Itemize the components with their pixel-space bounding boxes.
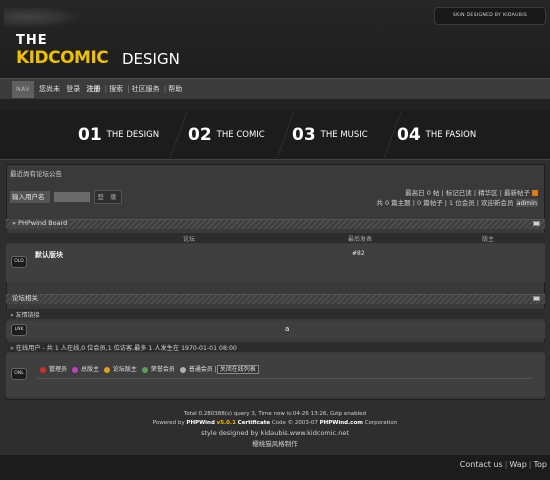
board-column-header — [6, 233, 545, 243]
links-subheader — [6, 309, 545, 319]
collapse-icon[interactable] — [533, 296, 540, 301]
separator: | — [499, 189, 502, 197]
skin-credit: SKIN DESIGNED BY KIDAUBIS — [434, 7, 546, 25]
separator: | — [528, 460, 532, 469]
logo-the: THE — [16, 33, 48, 48]
legend-member: 普通会员 — [188, 366, 213, 373]
links-icon: LNK — [11, 324, 27, 336]
forum-last-post-link[interactable]: #82 — [352, 250, 365, 257]
ink-splat-decoration — [4, 6, 82, 28]
col-moderator: 版主 — [482, 236, 495, 243]
related-section-header — [6, 294, 545, 304]
menu-item-fasion[interactable]: 04 THE FASION — [397, 125, 476, 145]
stats-line-2: 共 0 篇主题 | 0 篇帖子 | 1 位会员 | 欢迎新会员 admin — [350, 197, 538, 207]
menu-label: THE COMIC — [216, 130, 265, 140]
menu-item-comic[interactable]: 02 THE COMIC — [188, 125, 265, 145]
board-section-title[interactable]: » PHPwind Board — [10, 219, 70, 228]
moderator-dot-icon — [103, 366, 110, 373]
menu-label: THE MUSIC — [320, 130, 368, 140]
separator: | — [441, 189, 444, 197]
menu-label: THE DESIGN — [106, 130, 160, 140]
col-forum: 论坛 — [183, 236, 196, 243]
related-section-title: 论坛相关 — [10, 294, 40, 303]
menu-number: 03 — [292, 125, 316, 145]
nav-greeting: 您尚未 — [39, 85, 60, 93]
menu-band-top — [0, 100, 550, 110]
code-text: Code © 2003-07 — [271, 420, 318, 426]
nav-separator: | — [127, 85, 130, 93]
nav-community-link[interactable]: 社区服务 — [132, 85, 160, 93]
divider — [37, 378, 532, 379]
powered-prefix: Powered by — [152, 420, 185, 426]
forum-name-link[interactable]: 默认版块 — [35, 250, 63, 260]
col-last-post: 最后发表 — [348, 236, 373, 243]
version: v5.0.1 — [216, 420, 236, 426]
nav-register-link[interactable]: 注册 — [86, 85, 100, 93]
login-button[interactable]: 登 录 — [94, 190, 122, 204]
board-section-header — [6, 219, 545, 229]
logo-kidcomic[interactable]: KIDCOMIC — [16, 48, 109, 68]
legend-supermod: 总版主 — [80, 366, 99, 373]
honor-member-icon — [141, 366, 148, 373]
friend-link[interactable]: a — [285, 325, 289, 333]
username-input[interactable] — [53, 191, 91, 203]
links-row — [6, 321, 545, 339]
menu-number: 04 — [397, 125, 421, 145]
mark-read-link[interactable]: 标记已读 — [446, 189, 472, 197]
supermod-dot-icon — [71, 366, 78, 373]
digest-link[interactable]: 精华区 — [478, 189, 498, 197]
nav-links: 您尚未 登录 注册 | 搜索 | 社区服务 | 帮助 — [39, 84, 182, 94]
legend-honor: 荣誉会员 — [150, 366, 175, 373]
announcement[interactable]: 最近尚有论坛公告 — [10, 168, 62, 178]
nav-login-link[interactable]: 登录 — [66, 85, 80, 93]
today-posts: 最高日 0 帖 — [405, 189, 440, 197]
member-dot-icon — [179, 366, 186, 373]
menu-label: THE FASION — [425, 130, 477, 140]
forum-row — [6, 244, 545, 282]
corporation: Corporation — [364, 420, 398, 426]
legend-admin: 管理员 — [49, 366, 68, 373]
contact-us-link[interactable]: Contact us — [460, 460, 503, 469]
stats-line-1: 最高日 0 帖 | 标记已读 | 精华区 | 最新帖子 — [370, 187, 538, 197]
nav-help-link[interactable]: 帮助 — [168, 85, 182, 93]
online-row — [6, 353, 545, 397]
new-posts-link[interactable]: 最新帖子 — [504, 189, 530, 197]
links-title: » 友情链接 — [10, 312, 40, 319]
nav-tag: NAV — [12, 81, 34, 98]
totals: 共 0 篇主题 | 0 篇帖子 | 1 位会员 | 欢迎新会员 — [376, 199, 514, 207]
username-label: 输入用户名 — [10, 191, 50, 203]
phpwind-com-link[interactable]: PHPWind.com — [320, 420, 363, 426]
footer-powered: Powered by PHPWind v5.0.1 Certificate Co… — [0, 420, 550, 426]
footer-style-credit: style designed by kidaubis.www.kidcomic.… — [201, 429, 349, 437]
wap-link[interactable]: Wap — [509, 460, 526, 469]
menu-number: 02 — [188, 125, 212, 145]
menu-number: 01 — [78, 125, 102, 145]
phpwind-link[interactable]: PHPWind — [186, 420, 214, 426]
newest-member-link[interactable]: admin — [515, 199, 538, 207]
footer-style-credit-cn: 樱桃猫风格制作 — [252, 440, 298, 448]
menu-item-music[interactable]: 03 THE MUSIC — [292, 125, 368, 145]
separator: | — [504, 460, 508, 469]
separator: | — [473, 189, 477, 197]
footer-stats: Total 0.280388(s) query 3, Time now is:0… — [183, 411, 367, 417]
close-online-list-link[interactable]: 关闭在线列表 — [216, 365, 259, 374]
online-summary: » 在线用户 - 共 1 人在线,0 位会员,1 位访客,最多 1 人发生在 1… — [10, 345, 237, 352]
collapse-icon[interactable] — [533, 221, 540, 226]
top-link[interactable]: Top — [534, 460, 548, 469]
logo-design: DESIGN — [122, 50, 180, 68]
admin-dot-icon — [40, 366, 46, 373]
nav-separator: | — [163, 85, 167, 93]
nav-separator: | — [104, 85, 108, 93]
online-legend: 管理员 总版主 论坛版主 荣誉会员 普通会员 | 关闭在线列表 — [37, 364, 259, 374]
legend-moderator: 论坛版主 — [112, 366, 137, 373]
nav-search-link[interactable]: 搜索 — [109, 85, 123, 93]
certificate-link[interactable]: Certificate — [238, 420, 270, 426]
bottom-links: Contact us | Wap | Top — [460, 460, 547, 469]
online-icon: ONL — [11, 368, 27, 380]
menu-item-design[interactable]: 01 THE DESIGN — [78, 125, 159, 145]
forum-status-icon: OLD — [11, 256, 27, 268]
rss-icon[interactable] — [532, 190, 538, 196]
